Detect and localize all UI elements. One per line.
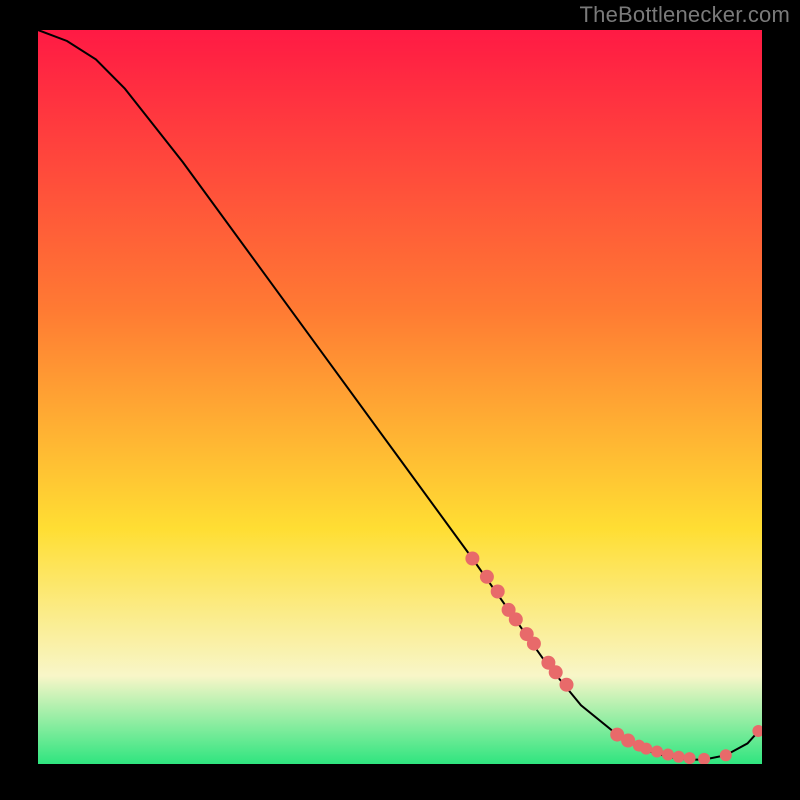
gradient-background [38,30,762,764]
highlight-dot [560,678,574,692]
highlight-dot [465,552,479,566]
highlight-dot [527,637,541,651]
chart-svg [38,30,762,764]
highlight-dot [480,570,494,584]
highlight-dot [651,746,663,758]
highlight-dot [491,585,505,599]
highlight-dot [673,751,685,763]
highlight-dot [720,749,732,761]
attribution-text: TheBottlenecker.com [580,2,790,28]
plot-area [38,30,762,764]
highlight-dot [549,665,563,679]
highlight-dot [640,743,652,755]
chart-container: TheBottlenecker.com [0,0,800,800]
highlight-dot [509,612,523,626]
highlight-dot [662,749,674,761]
highlight-dot [684,752,696,764]
